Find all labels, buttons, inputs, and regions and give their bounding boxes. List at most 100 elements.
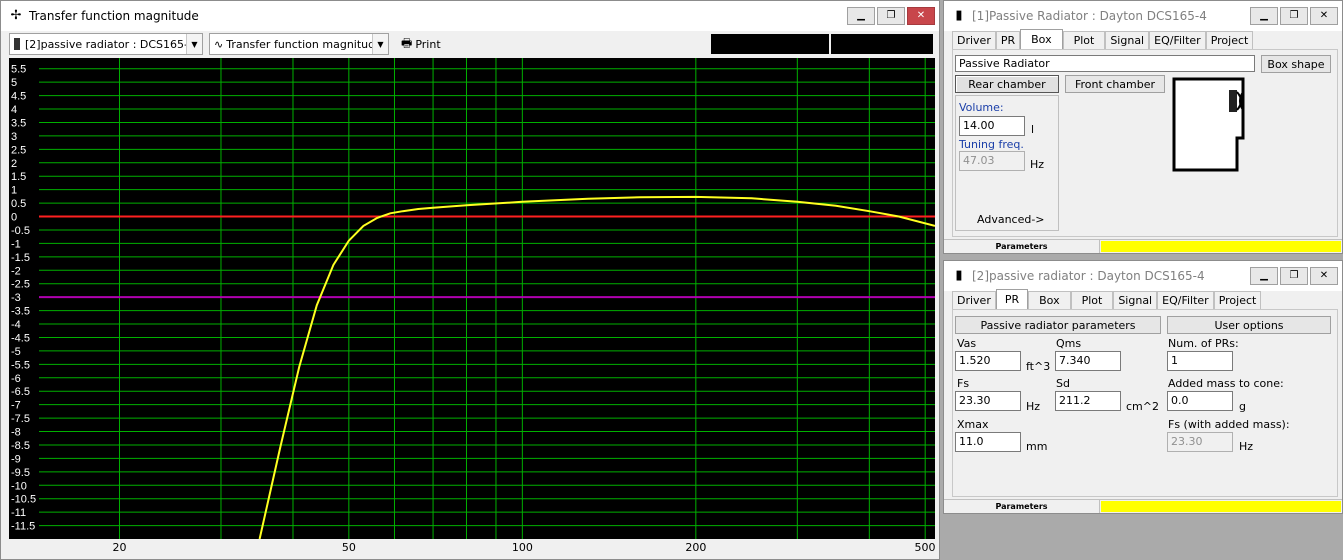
y-tick-label: -3 [11,292,21,304]
box-panel-titlebar[interactable]: ▮ [1]Passive Radiator : Dayton DCS165-4 … [944,1,1342,31]
vas-input[interactable]: 1.520 [955,351,1021,371]
pr-panel-statusbar: Parameters [944,499,1342,513]
y-tick-label: -8 [11,427,21,439]
pr-panel-titlebar[interactable]: ▮ [2]passive radiator : Dayton DCS165-4 … [944,261,1342,291]
transfer-function-plot[interactable]: 5.5 5 4.5 4 3.5 3 2.5 2 1.5 1 0.5 0 -0.5 -1 -1.5 -2 -2.5… [9,58,935,539]
pr-panel-controls: ▁ ❐ ✕ [1250,267,1338,285]
view-select-value: Transfer function magnitude [226,37,382,51]
x-tick-label: 50 [341,541,356,554]
pr-panel-body: Passive radiator parameters User options… [952,309,1338,497]
box-panel-controls: ▁ ❐ ✕ [1250,7,1338,25]
pr-status-label: Parameters [944,500,1100,513]
tuning-freq-unit: Hz [1030,158,1045,171]
y-tick-label: -11 [11,507,26,519]
minimize-button[interactable]: ▁ [1250,7,1278,25]
sd-input[interactable]: 211.2 [1055,391,1121,411]
vas-label: Vas [957,337,977,350]
qms-input[interactable]: 7.340 [1055,351,1121,371]
view-select[interactable]: ∿ Transfer function magnitude ▼ [209,33,389,55]
y-tick-label: -5 [11,346,21,358]
close-button[interactable]: ✕ [1310,267,1338,285]
maximize-button[interactable]: ❐ [877,7,905,25]
fs-unit: Hz [1026,400,1041,413]
y-tick-label: -4 [11,319,21,331]
y-tick-label: -1.5 [11,252,30,264]
close-button[interactable]: ✕ [907,7,935,25]
sd-label: Sd [1056,377,1070,390]
tab-signal[interactable]: Signal [1105,31,1150,49]
tab-pr[interactable]: PR [995,289,1029,309]
added-mass-input[interactable]: 0.0 [1167,391,1233,411]
maximize-button[interactable]: ❐ [1280,7,1308,25]
tab-plot[interactable]: Plot [1070,291,1114,309]
speaker-icon: ▮ [955,8,963,23]
y-tick-label: 3.5 [11,117,26,129]
chevron-down-icon[interactable]: ▼ [372,34,388,54]
y-tick-label: -3.5 [11,306,30,318]
fs-added-value: 23.30 [1167,432,1233,452]
front-chamber-button[interactable]: Front chamber [1065,75,1165,93]
box-panel-title: [1]Passive Radiator : Dayton DCS165-4 [972,9,1207,23]
y-tick-label: 5 [11,77,17,89]
project-select-value: [2]passive radiator : DCS165-4 [25,37,196,51]
volume-input[interactable]: 14.00 [959,116,1025,136]
y-tick-label: -2 [11,265,21,277]
tab-driver[interactable]: Driver [952,291,996,309]
print-button[interactable]: 🖶 Print [397,33,445,55]
crosshair-icon: ✢ [10,8,22,23]
series-line [258,195,935,539]
x-tick-label: 200 [685,541,707,554]
chevron-down-icon[interactable]: ▼ [186,34,202,54]
speaker-icon: ▮ [955,268,963,283]
main-titlebar[interactable]: ✢ Transfer function magnitude ▁ ❐ ✕ [1,1,939,31]
restore-icon: ❐ [1289,270,1299,281]
tab-driver[interactable]: Driver [952,31,996,49]
user-options-button[interactable]: User options [1167,316,1331,334]
y-tick-label: -10 [11,480,27,492]
main-window-controls: ▁ ❐ ✕ [847,7,935,25]
box-type-display: Passive Radiator [955,55,1255,72]
maximize-button[interactable]: ❐ [1280,267,1308,285]
waveform-icon: ∿ [214,37,224,51]
y-tick-label: -1 [11,238,21,250]
tab-pr[interactable]: PR [995,31,1021,49]
close-button[interactable]: ✕ [1310,7,1338,25]
minimize-button[interactable]: ▁ [847,7,875,25]
tab-eq-filter[interactable]: EQ/Filter [1149,31,1206,49]
rear-chamber-button[interactable]: Rear chamber [955,75,1059,93]
num-prs-input[interactable]: 1 [1167,351,1233,371]
xmax-label: Xmax [957,418,989,431]
y-tick-label: 1.5 [11,171,26,183]
project-select[interactable]: [2]passive radiator : DCS165-4 ▼ [9,33,203,55]
tab-eq-filter[interactable]: EQ/Filter [1157,291,1214,309]
sd-unit: cm^2 [1126,400,1159,413]
tab-signal[interactable]: Signal [1113,291,1158,309]
tab-project[interactable]: Project [1213,291,1262,309]
tab-plot[interactable]: Plot [1062,31,1106,49]
y-tick-label: 4.5 [11,91,26,103]
y-tick-label: 1 [11,185,17,197]
tab-project[interactable]: Project [1205,31,1254,49]
minimize-button[interactable]: ▁ [1250,267,1278,285]
xmax-unit: mm [1026,440,1048,453]
box-panel-body: Passive Radiator Box shape Rear chamber … [952,49,1338,237]
y-tick-label: 4 [11,104,17,116]
box-panel-window: ▮ [1]Passive Radiator : Dayton DCS165-4 … [943,0,1343,254]
box-shape-button[interactable]: Box shape [1261,55,1331,73]
x-axis-labels: 20 50 100 200 500 [9,539,936,557]
x-tick-label: 100 [511,541,533,554]
y-tick-label: 0.5 [11,198,26,210]
tab-box[interactable]: Box [1028,291,1071,309]
tab-box[interactable]: Box [1020,29,1063,49]
fs-input[interactable]: 23.30 [955,391,1021,411]
y-tick-label: -6.5 [11,386,30,398]
close-icon: ✕ [1319,10,1329,21]
y-tick-label: 2.5 [11,144,26,156]
y-tick-label: -0.5 [11,225,30,237]
y-tick-label: -10.5 [11,494,36,506]
tuning-freq-label: Tuning freq. [959,138,1024,151]
pr-status-indicator [1101,501,1341,512]
advanced-link[interactable]: Advanced-> [977,213,1045,226]
xmax-input[interactable]: 11.0 [955,432,1021,452]
pr-params-button[interactable]: Passive radiator parameters [955,316,1161,334]
